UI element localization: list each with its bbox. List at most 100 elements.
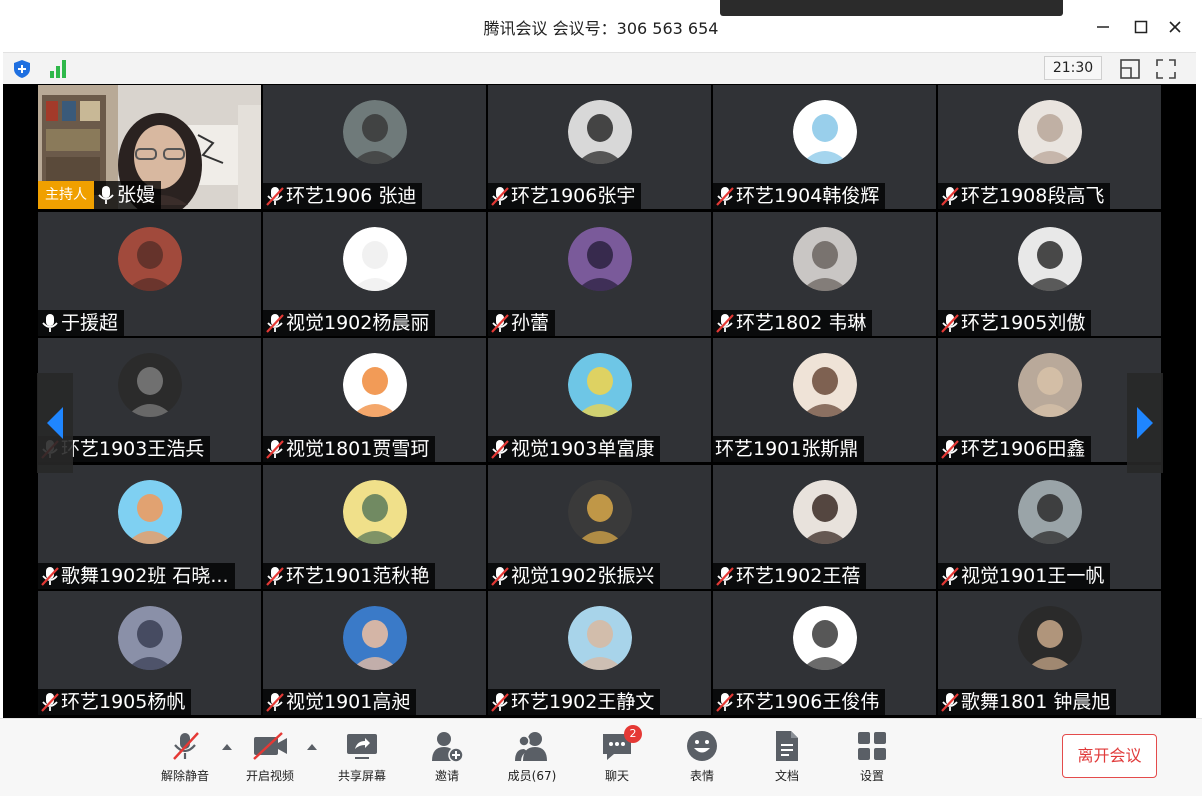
members-button[interactable]: 成员(67) — [497, 729, 567, 791]
participant-tile[interactable]: 环艺1906张宇 — [488, 85, 711, 209]
participant-name: 视觉1901高昶 — [286, 691, 411, 713]
fullscreen-icon[interactable] — [1154, 57, 1178, 81]
mic-muted-icon — [41, 693, 59, 712]
mic-muted-icon — [941, 314, 959, 333]
participant-tile[interactable]: 于援超 — [38, 212, 261, 336]
participant-tile[interactable]: 环艺1904韩俊辉 — [713, 85, 936, 209]
mic-on-icon — [98, 186, 114, 204]
participant-tile[interactable]: 环艺1901张斯鼎 — [713, 338, 936, 462]
participant-tile[interactable]: 孙蕾 — [488, 212, 711, 336]
participant-tile[interactable]: 环艺1906王俊伟 — [713, 591, 936, 715]
meeting-toolbar: 解除静音 开启视频 共享屏幕 邀请 成员(67) 2 聊天 表情 文档 设置 — [0, 718, 1202, 796]
participant-tile[interactable]: 视觉1903单富康 — [488, 338, 711, 462]
share-screen-button[interactable]: 共享屏幕 — [327, 729, 397, 791]
participant-tile[interactable]: 视觉1902杨晨丽 — [263, 212, 486, 336]
minimize-button[interactable] — [1090, 14, 1116, 40]
participant-tile[interactable]: 环艺1901范秋艳 — [263, 465, 486, 589]
participant-tile[interactable]: 环艺1906 张迪 — [263, 85, 486, 209]
participant-name: 视觉1902张振兴 — [511, 565, 655, 587]
mic-muted-icon — [941, 440, 959, 459]
participant-name-plate: 于援超 — [38, 310, 125, 336]
participant-avatar — [118, 480, 182, 544]
participant-tile[interactable]: 环艺1908段高飞 — [938, 85, 1161, 209]
participant-avatar — [568, 100, 632, 164]
mic-muted-icon — [941, 567, 959, 586]
close-button[interactable] — [1162, 14, 1188, 40]
chat-label: 聊天 — [604, 769, 629, 783]
participant-tile-host[interactable]: 主持人 张嫚 — [38, 85, 261, 209]
mic-muted-icon — [41, 567, 59, 586]
participant-name-plate: 孙蕾 — [488, 310, 556, 336]
window-edge — [1196, 84, 1202, 718]
participant-name-plate: 环艺1901范秋艳 — [263, 563, 436, 589]
participant-avatar — [118, 606, 182, 670]
participant-name-plate: 环艺1902王蓓 — [713, 563, 867, 589]
participant-tile[interactable]: 环艺1802 韦琳 — [713, 212, 936, 336]
settings-label: 设置 — [859, 769, 884, 783]
participant-tile[interactable]: 视觉1901王一帆 — [938, 465, 1161, 589]
participant-avatar — [568, 353, 632, 417]
members-icon — [515, 732, 547, 761]
invite-button[interactable]: 邀请 — [412, 729, 482, 791]
participant-avatar — [793, 480, 857, 544]
documents-button[interactable]: 文档 — [752, 729, 822, 791]
mic-muted-icon — [716, 567, 734, 586]
participant-tile[interactable]: 歌舞1902班 石晓... — [38, 465, 261, 589]
title-bar: 腾讯会议 会议号：306 563 654 — [0, 0, 1202, 52]
participant-tile[interactable]: 环艺1905杨帆 — [38, 591, 261, 715]
participant-avatar — [343, 227, 407, 291]
participant-name-plate: 歌舞1902班 石晓... — [38, 563, 235, 589]
leave-meeting-button[interactable]: 离开会议 — [1062, 734, 1157, 778]
video-options-caret-icon[interactable] — [306, 743, 318, 751]
participant-avatar — [793, 606, 857, 670]
chat-button[interactable]: 2 聊天 — [582, 725, 652, 791]
participant-avatar — [568, 480, 632, 544]
mic-muted-icon — [716, 693, 734, 712]
audio-options-caret-icon[interactable] — [221, 743, 233, 751]
participant-avatar — [568, 606, 632, 670]
layout-toggle-icon[interactable] — [1118, 57, 1142, 81]
participant-tile[interactable]: 环艺1902王静文 — [488, 591, 711, 715]
start-video-button[interactable]: 开启视频 — [235, 729, 305, 791]
documents-label: 文档 — [774, 769, 799, 783]
participant-tile[interactable]: 环艺1905刘傲 — [938, 212, 1161, 336]
video-off-icon — [253, 732, 287, 760]
next-page-button[interactable] — [1127, 373, 1163, 473]
chevron-right-icon — [1137, 407, 1153, 439]
settings-button[interactable]: 设置 — [837, 729, 907, 791]
participant-avatar — [343, 606, 407, 670]
emoji-button[interactable]: 表情 — [667, 729, 737, 791]
participant-tile[interactable]: 歌舞1801 钟晨旭 — [938, 591, 1161, 715]
participant-avatar — [568, 227, 632, 291]
participant-tile[interactable]: 视觉1901高昶 — [263, 591, 486, 715]
previous-page-button[interactable] — [37, 373, 73, 473]
emoji-smile-icon — [687, 731, 717, 761]
participant-name-plate: 环艺1902王静文 — [488, 689, 661, 715]
participant-name-plate: 环艺1908段高飞 — [938, 183, 1111, 209]
network-signal-icon[interactable] — [47, 58, 69, 80]
participant-name-plate: 环艺1905刘傲 — [938, 310, 1092, 336]
invite-label: 邀请 — [434, 769, 459, 783]
maximize-icon — [1134, 20, 1148, 34]
participant-avatar — [118, 227, 182, 291]
maximize-button[interactable] — [1128, 14, 1154, 40]
participant-tile[interactable]: 视觉1801贾雪珂 — [263, 338, 486, 462]
participant-name: 孙蕾 — [511, 312, 550, 334]
security-shield-icon[interactable] — [12, 59, 32, 79]
mic-muted-icon — [266, 187, 284, 206]
participant-name: 视觉1901王一帆 — [961, 565, 1105, 587]
participant-name: 环艺1904韩俊辉 — [736, 185, 880, 207]
mic-muted-icon — [491, 440, 509, 459]
unmute-button[interactable]: 解除静音 — [150, 729, 220, 791]
participant-avatar — [343, 353, 407, 417]
participant-name-plate: 环艺1905杨帆 — [38, 689, 192, 715]
chat-unread-badge: 2 — [624, 725, 642, 743]
participant-avatar — [343, 100, 407, 164]
mic-muted-icon — [266, 314, 284, 333]
participant-name: 视觉1801贾雪珂 — [286, 438, 430, 460]
participant-tile[interactable]: 视觉1902张振兴 — [488, 465, 711, 589]
floating-overlay — [720, 0, 1063, 16]
participant-avatar — [793, 353, 857, 417]
participant-tile[interactable]: 环艺1902王蓓 — [713, 465, 936, 589]
participant-name-plate: 视觉1902张振兴 — [488, 563, 661, 589]
